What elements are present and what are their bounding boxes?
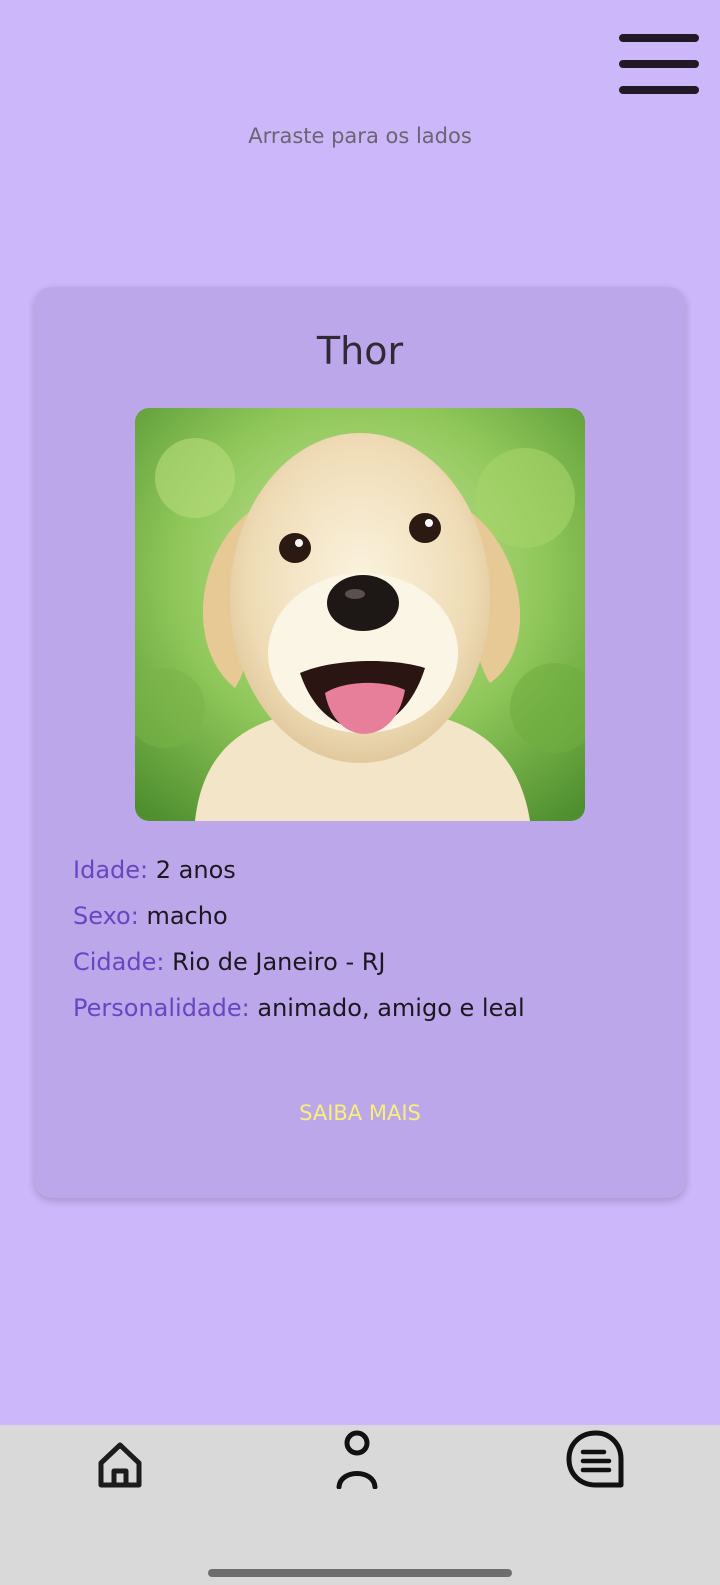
hamburger-menu-icon: [619, 34, 699, 42]
detail-label: Idade:: [73, 856, 149, 884]
detail-value: animado, amigo e leal: [257, 994, 525, 1022]
profile-icon: [336, 1430, 378, 1490]
detail-sex: Sexo: macho: [73, 893, 653, 939]
nav-home-button[interactable]: [96, 1435, 144, 1491]
pet-details: Idade: 2 anos Sexo: macho Cidade: Rio de…: [73, 847, 653, 1031]
hamburger-line: [619, 60, 699, 68]
detail-city: Cidade: Rio de Janeiro - RJ: [73, 939, 653, 985]
nav-chat-button[interactable]: [566, 1429, 626, 1489]
chat-icon: [566, 1430, 624, 1488]
detail-label: Personalidade:: [73, 994, 250, 1022]
home-indicator-bar[interactable]: [208, 1569, 512, 1577]
swipe-hint: Arraste para os lados: [248, 124, 472, 148]
menu-button[interactable]: [619, 34, 701, 98]
bottom-nav: [0, 1425, 720, 1585]
hamburger-line: [619, 86, 699, 94]
pet-card[interactable]: Thor Idade: 2 anos Sexo: macho Cidade: R…: [34, 287, 686, 1198]
detail-value: 2 anos: [155, 856, 236, 884]
more-info-button[interactable]: SAIBA MAIS: [260, 1095, 460, 1131]
detail-personality: Personalidade: animado, amigo e leal: [73, 985, 653, 1031]
pet-photo: [135, 408, 585, 821]
detail-age: Idade: 2 anos: [73, 847, 653, 893]
home-icon: [98, 1442, 142, 1488]
detail-label: Cidade:: [73, 948, 165, 976]
detail-label: Sexo:: [73, 902, 139, 930]
detail-value: Rio de Janeiro - RJ: [172, 948, 386, 976]
nav-profile-button[interactable]: [336, 1429, 378, 1490]
detail-value: macho: [146, 902, 228, 930]
pet-name: Thor: [316, 329, 404, 373]
